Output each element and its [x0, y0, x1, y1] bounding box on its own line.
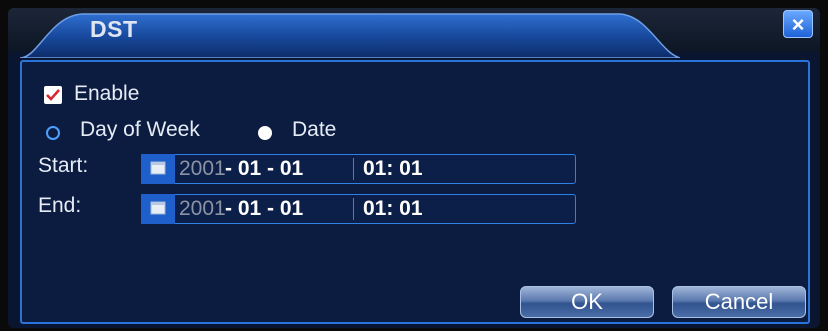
dst-dialog: DST × Enable Day of Week Date Start: 200…: [8, 8, 820, 328]
date-label: Date: [292, 118, 337, 141]
checkmark-icon: [46, 89, 60, 101]
radio-date[interactable]: [258, 126, 272, 140]
start-datetime-field[interactable]: 2001 - 01 - 01 01: 01: [141, 154, 576, 184]
ok-button[interactable]: OK: [520, 286, 654, 318]
end-datetime-field[interactable]: 2001 - 01 - 01 01: 01: [141, 194, 576, 224]
dst-panel: Enable Day of Week Date Start: 2001 - 01…: [20, 60, 810, 324]
field-divider: [353, 198, 354, 220]
day-of-week-label: Day of Week: [80, 118, 200, 141]
field-divider: [353, 158, 354, 180]
start-label: Start:: [38, 154, 89, 177]
enable-checkbox[interactable]: [44, 86, 62, 104]
end-time: 01: 01: [363, 197, 423, 220]
start-month-day: - 01 - 01: [225, 157, 304, 180]
cancel-button[interactable]: Cancel: [672, 286, 806, 318]
end-year: 2001: [179, 197, 226, 220]
start-time: 01: 01: [363, 157, 423, 180]
dialog-title: DST: [90, 16, 138, 42]
enable-label: Enable: [74, 82, 140, 105]
radio-day-of-week[interactable]: [46, 126, 60, 140]
end-month-day: - 01 - 01: [225, 197, 304, 220]
close-button[interactable]: ×: [783, 10, 813, 38]
start-year: 2001: [179, 157, 226, 180]
title-bar: DST ×: [8, 8, 820, 58]
calendar-icon[interactable]: [141, 194, 175, 224]
calendar-icon[interactable]: [141, 154, 175, 184]
end-label: End:: [38, 194, 82, 217]
